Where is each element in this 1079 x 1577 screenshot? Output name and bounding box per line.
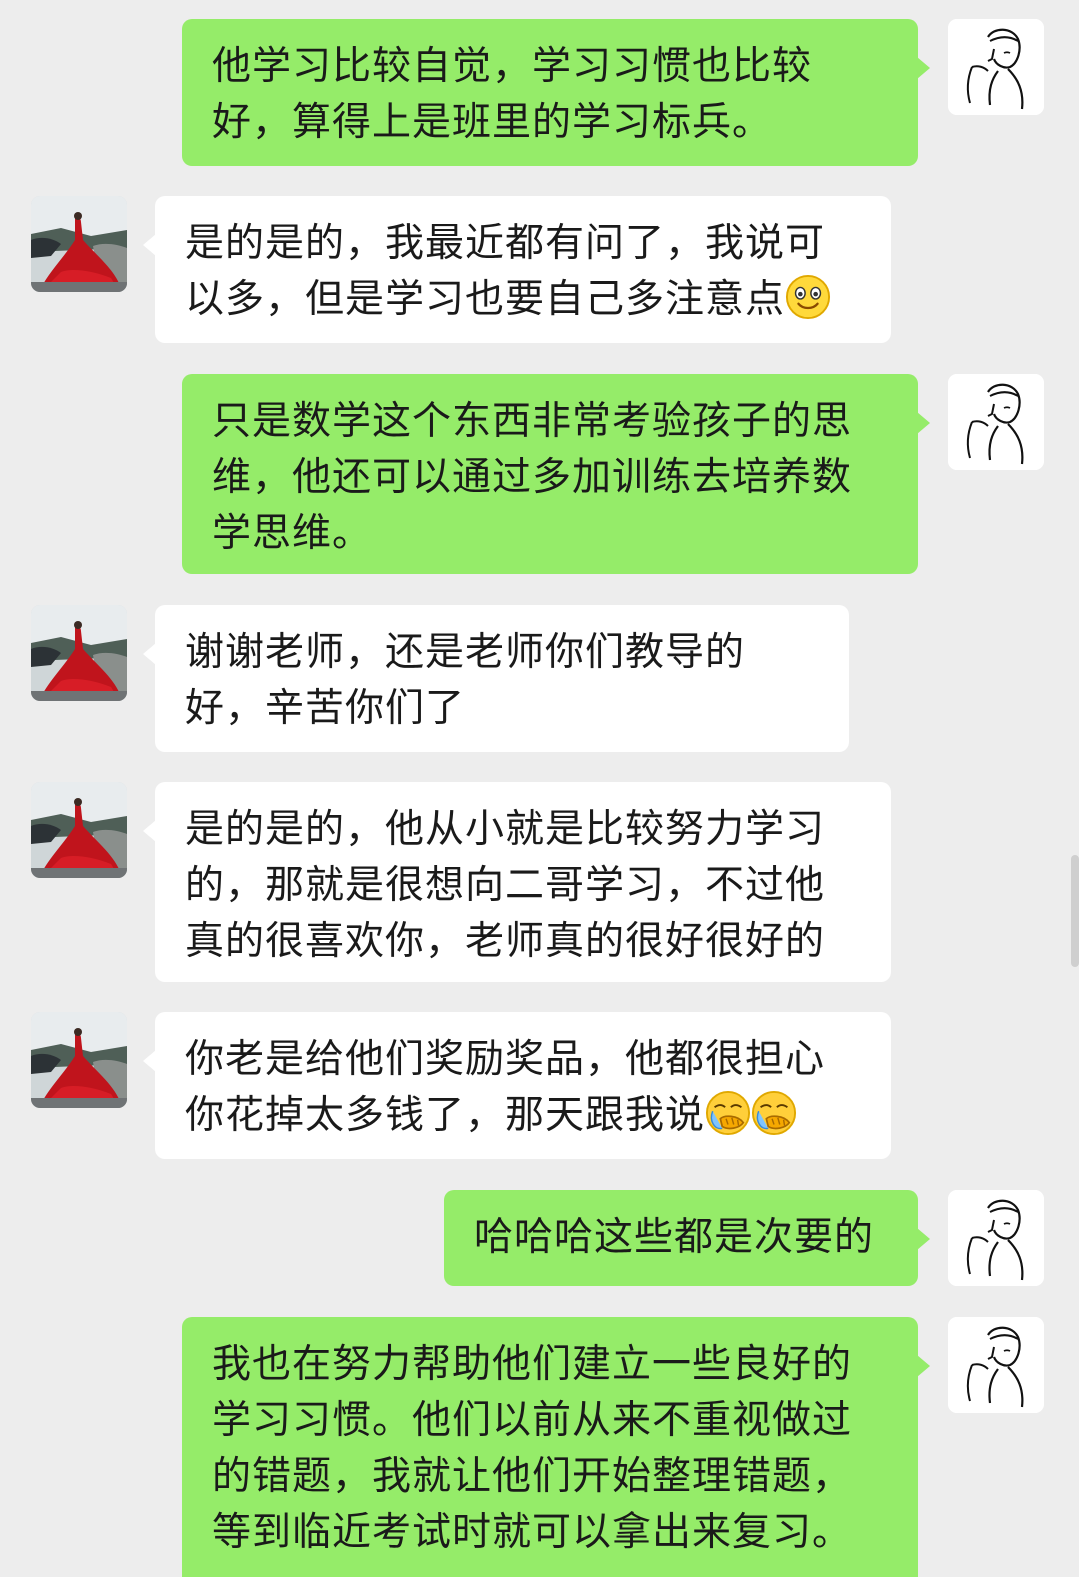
self-avatar[interactable] — [948, 19, 1044, 115]
sketch-boy-avatar-icon — [948, 1317, 1044, 1413]
sketch-boy-avatar-icon — [948, 19, 1044, 115]
self-avatar[interactable] — [948, 1317, 1044, 1413]
red-dress-photo-avatar-icon — [31, 782, 127, 878]
sketch-boy-avatar-icon — [948, 1190, 1044, 1286]
message-bubble-self[interactable]: 哈哈哈这些都是次要的 — [444, 1190, 930, 1286]
message-text: 谢谢老师，还是老师你们教导的好，辛苦你们了 — [185, 630, 746, 731]
red-dress-photo-avatar-icon — [31, 1012, 127, 1108]
message-text: 我也在努力帮助他们建立一些良好的学习习惯。他们以前从来不重视做过的错题，我就让他… — [212, 1342, 853, 1555]
message-bubble-self[interactable]: 只是数学这个东西非常考验孩子的思维，他还可以通过多加训练去培养数学思维。 — [182, 374, 930, 574]
peer-avatar[interactable] — [31, 782, 127, 878]
self-avatar[interactable] — [948, 374, 1044, 470]
red-dress-photo-avatar-icon — [31, 196, 127, 292]
self-avatar[interactable] — [948, 1190, 1044, 1286]
message-text: 是的是的，我最近都有问了，我说可以多，但是学习也要自己多注意点 — [185, 221, 826, 322]
message-text: 只是数学这个东西非常考验孩子的思维，他还可以通过多加训练去培养数学思维。 — [212, 399, 853, 556]
message-bubble-peer[interactable]: 谢谢老师，还是老师你们教导的好，辛苦你们了 — [143, 605, 849, 752]
smile-emoji-icon — [785, 274, 831, 320]
message-bubble-self[interactable]: 他学习比较自觉，学习习惯也比较好，算得上是班里的学习标兵。 — [182, 19, 930, 166]
message-text: 他学习比较自觉，学习习惯也比较好，算得上是班里的学习标兵。 — [212, 44, 813, 145]
peer-avatar[interactable] — [31, 196, 127, 292]
facepalm-emoji-icon — [751, 1090, 797, 1136]
sketch-boy-avatar-icon — [948, 374, 1044, 470]
message-bubble-self[interactable]: 我也在努力帮助他们建立一些良好的学习习惯。他们以前从来不重视做过的错题，我就让他… — [182, 1317, 930, 1577]
message-bubble-peer[interactable]: 你老是给他们奖励奖品，他都很担心你花掉太多钱了，那天跟我说 — [143, 1012, 891, 1159]
red-dress-photo-avatar-icon — [31, 605, 127, 701]
facepalm-emoji-icon — [705, 1090, 751, 1136]
scrollbar[interactable] — [1071, 855, 1079, 967]
peer-avatar[interactable] — [31, 605, 127, 701]
message-bubble-peer[interactable]: 是的是的，我最近都有问了，我说可以多，但是学习也要自己多注意点 — [143, 196, 891, 343]
peer-avatar[interactable] — [31, 1012, 127, 1108]
message-bubble-peer[interactable]: 是的是的，他从小就是比较努力学习的，那就是很想向二哥学习，不过他真的很喜欢你，老… — [143, 782, 891, 982]
message-text: 哈哈哈这些都是次要的 — [474, 1215, 875, 1260]
message-text: 是的是的，他从小就是比较努力学习的，那就是很想向二哥学习，不过他真的很喜欢你，老… — [185, 807, 826, 964]
